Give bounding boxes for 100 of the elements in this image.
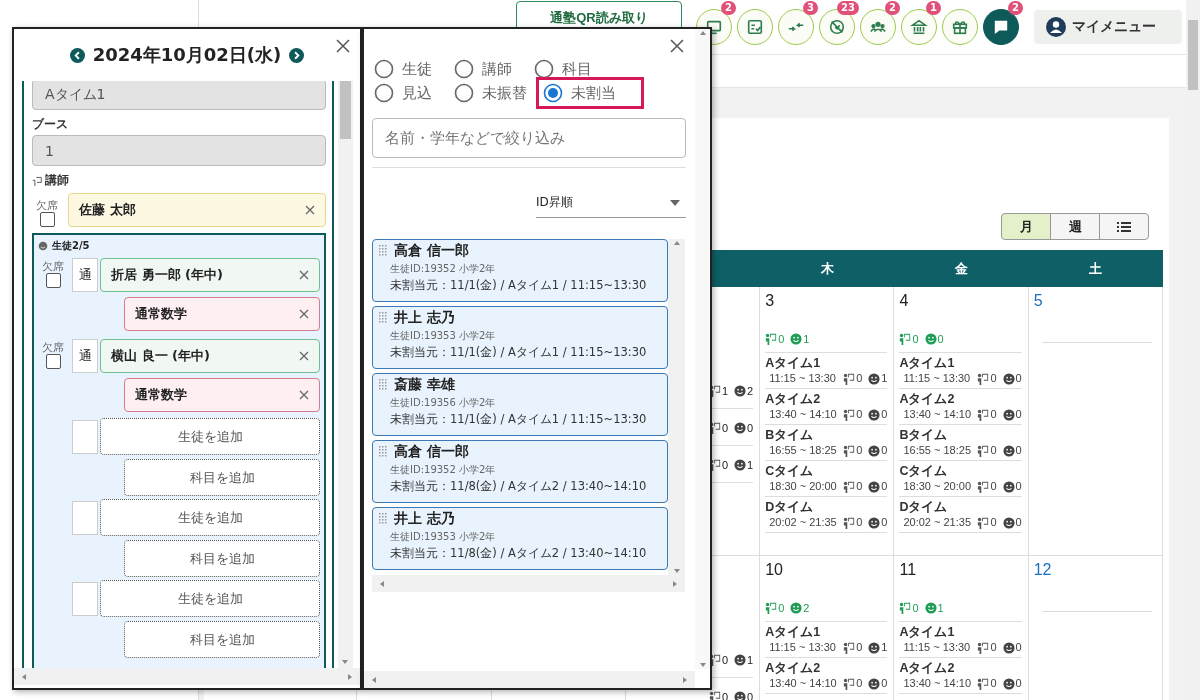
student-count: 0 (937, 333, 944, 345)
teacher-icon (977, 677, 990, 690)
student-count: 0 (881, 676, 888, 691)
drag-handle-icon[interactable] (379, 379, 387, 391)
scroll-arrow-icon[interactable] (672, 239, 681, 247)
absent-checkbox[interactable] (45, 273, 61, 288)
radio-option[interactable]: 科目 (534, 59, 592, 79)
student-card[interactable]: 高倉 信一郎 生徒ID:19352 小学2年 未割当元：11/1(金) / Aタイム1 / 11:15~13:30 (372, 239, 668, 302)
radio-icon (543, 83, 563, 103)
add-student-button[interactable]: 生徒を追加 (100, 580, 320, 617)
teacher-count: 0 (990, 407, 997, 422)
day-number: 12 (1033, 561, 1053, 580)
smiley-icon (868, 408, 881, 421)
remove-icon[interactable] (299, 309, 309, 319)
booth-field: 1 (32, 135, 326, 166)
search-field[interactable]: 名前・学年などで絞り込み (372, 118, 686, 158)
my-menu-button[interactable]: マイメニュー (1034, 10, 1182, 44)
scrollbar[interactable] (695, 29, 710, 669)
drag-handle-icon[interactable] (379, 513, 387, 525)
teacher-count: 0 (856, 515, 863, 530)
add-subject-button[interactable]: 科目を追加 (124, 621, 320, 658)
teacher-icon (899, 602, 912, 614)
scrollbar[interactable] (14, 668, 360, 685)
teacher-count: 0 (856, 479, 863, 494)
smiley-icon (790, 602, 803, 614)
radio-option[interactable]: 未振替 (454, 83, 527, 103)
slot-time: 20:02 ~ 21:35 (769, 515, 837, 530)
subject-chip[interactable]: 通常数学 (124, 297, 320, 331)
student-card[interactable]: 斎藤 幸雄 生徒ID:19356 小学2年 未割当元：11/1(金) / Aタイム1 / 11:15~13:30 (372, 373, 668, 436)
student-name: 高倉 信一郎 (394, 242, 469, 260)
smiley-icon (734, 422, 746, 434)
close-icon[interactable] (336, 39, 350, 53)
toolbar-button[interactable] (983, 9, 1019, 45)
teacher-count: 0 (856, 443, 863, 458)
smiley-icon (868, 516, 881, 529)
scroll-arrow-icon[interactable] (378, 579, 386, 588)
student-chip[interactable]: 折居 勇一郎 (年中) (100, 257, 320, 292)
radio-option[interactable]: 講師 (454, 59, 512, 79)
scroll-arrow-icon[interactable] (698, 29, 707, 37)
view-tab[interactable]: 月 (1001, 213, 1051, 240)
student-chip[interactable]: 横山 良一 (年中) (100, 338, 320, 373)
sort-select[interactable]: ID昇順 (536, 194, 686, 218)
radio-icon (534, 59, 554, 79)
teacher-icon (708, 691, 721, 700)
scrollbar[interactable] (338, 81, 353, 668)
student-name: 井上 志乃 (394, 510, 455, 528)
teacher-count: 0 (856, 640, 863, 655)
scrollbar-thumb[interactable] (1188, 20, 1198, 90)
radio-icon (454, 83, 474, 103)
slot-time: 13:40 ~ 14:10 (769, 407, 837, 422)
student-meta: 生徒ID:19352 小学2年 (389, 262, 497, 276)
remove-icon[interactable] (299, 269, 309, 280)
time-slot-field: Aタイム1 (32, 81, 326, 110)
remove-icon[interactable] (299, 350, 309, 361)
scroll-arrow-icon[interactable] (20, 672, 28, 681)
add-subject-button[interactable]: 科目を追加 (124, 540, 320, 577)
tag-box (72, 581, 98, 616)
add-subject-button[interactable]: 科目を追加 (124, 459, 320, 496)
radio-option[interactable]: 生徒 (374, 59, 432, 79)
student-meta: 生徒ID:19352 小学2年 (389, 463, 497, 477)
remove-icon[interactable] (299, 390, 309, 400)
teacher-icon (977, 480, 990, 493)
drag-handle-icon[interactable] (379, 245, 387, 257)
teacher-icon (977, 444, 990, 457)
view-tab[interactable]: 週 (1050, 213, 1100, 240)
student-card[interactable]: 井上 志乃 生徒ID:19353 小学2年 未割当元：11/8(金) / Aタイム2 / 13:40~14:10 (372, 507, 668, 570)
teacher-chip[interactable]: 佐藤 太郎 (68, 193, 326, 227)
add-student-button[interactable]: 生徒を追加 (100, 418, 320, 455)
scroll-arrow-icon[interactable] (370, 675, 378, 684)
remove-icon[interactable] (305, 205, 315, 215)
slot-name: Aタイム1 (899, 624, 956, 640)
add-student-button[interactable]: 生徒を追加 (100, 499, 320, 536)
drag-handle-icon[interactable] (379, 312, 387, 324)
student-count: 0 (881, 479, 888, 494)
subject-chip[interactable]: 通常数学 (124, 378, 320, 412)
student-card[interactable]: 井上 志乃 生徒ID:19353 小学2年 未割当元：11/1(金) / Aタイム1 / 11:15~13:30 (372, 306, 668, 369)
drag-handle-icon[interactable] (379, 446, 387, 458)
teacher-icon (765, 333, 778, 345)
teacher-count: 0 (912, 602, 919, 614)
absent-checkbox[interactable] (39, 212, 55, 227)
smiley-icon (1002, 677, 1015, 690)
teacher-count: 0 (721, 422, 728, 434)
scrollbar[interactable] (372, 575, 685, 592)
student-card[interactable]: 高倉 信一郎 生徒ID:19352 小学2年 未割当元：11/8(金) / Aタイム2 / 13:40~14:10 (372, 440, 668, 503)
radio-option[interactable]: 未割当 (543, 83, 616, 103)
close-icon[interactable] (670, 39, 684, 53)
student-count: 0 (881, 407, 888, 422)
absent-checkbox[interactable] (45, 354, 61, 369)
student-name: 斎藤 幸雄 (394, 376, 455, 394)
list-view-button[interactable] (1099, 213, 1149, 240)
student-count: 1 (747, 459, 754, 471)
scrollbar[interactable] (668, 239, 685, 575)
scrollbar[interactable] (364, 671, 695, 688)
scrollbar-thumb[interactable] (340, 81, 351, 139)
student-count: 0 (1015, 676, 1022, 691)
slot-time: 11:15 ~ 13:30 (903, 640, 971, 655)
count-badge: 23 (837, 1, 859, 15)
radio-option[interactable]: 見込 (374, 83, 432, 103)
teacher-icon (977, 516, 990, 529)
slot-name: Aタイム2 (765, 391, 822, 407)
